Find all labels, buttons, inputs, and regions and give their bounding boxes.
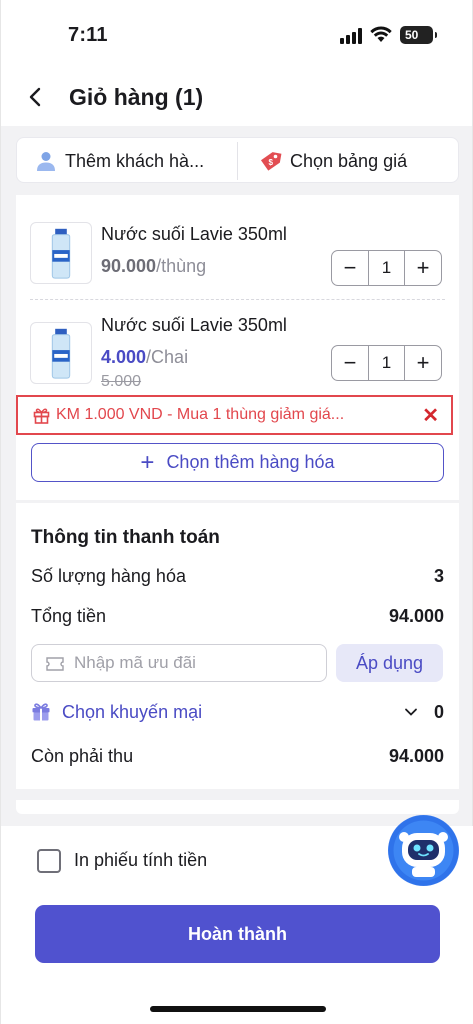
svg-text:$: $ xyxy=(269,158,274,167)
product-image xyxy=(30,322,92,384)
amount-due-value: 94.000 xyxy=(388,746,444,766)
quantity-value[interactable]: 1 xyxy=(368,346,405,380)
product-image xyxy=(30,222,92,284)
discount-code-input[interactable]: Nhập mã ưu đãi xyxy=(31,644,327,682)
complete-button[interactable]: Hoàn thành xyxy=(35,905,440,963)
cart-item: Nước suối Lavie 350ml 4.000/Chai 5.000 −… xyxy=(16,315,459,405)
product-name: Nước suối Lavie 350ml xyxy=(101,315,287,335)
wifi-icon xyxy=(370,26,392,42)
amount-due-label: Còn phải thu xyxy=(31,746,134,766)
total-row: Tổng tiền 94.000 xyxy=(31,606,444,627)
price-tag-icon: $ xyxy=(260,152,282,171)
header: Giỏ hàng (1) xyxy=(1,70,472,126)
quantity-value[interactable]: 1 xyxy=(368,251,405,285)
add-customer-label: Thêm khách hà... xyxy=(65,150,205,171)
applied-promo: KM 1.000 VND - Mua 1 thùng giảm giá... ✕ xyxy=(16,395,453,435)
status-time: 7:11 xyxy=(68,24,108,46)
amount-due-row: Còn phải thu 94.000 xyxy=(31,746,444,767)
apply-button[interactable]: Áp dụng xyxy=(336,644,443,682)
old-price: 5.000 xyxy=(101,373,142,390)
quantity-row: Số lượng hàng hóa 3 xyxy=(31,566,444,587)
section-spacer xyxy=(16,800,459,814)
promo-text: KM 1.000 VND - Mua 1 thùng giảm giá... xyxy=(56,406,345,423)
signal-icon xyxy=(340,28,362,44)
cart-item: Nước suối Lavie 350ml 90.000/thùng − 1 + xyxy=(16,220,459,310)
quantity-label: Số lượng hàng hóa xyxy=(31,566,186,586)
product-price: 90.000/thùng xyxy=(101,256,206,277)
total-label: Tổng tiền xyxy=(31,606,107,626)
print-receipt-checkbox[interactable] xyxy=(37,849,61,873)
add-more-products-button[interactable]: + Chọn thêm hàng hóa xyxy=(31,443,444,482)
assistant-bot-icon[interactable] xyxy=(388,815,459,886)
gift-icon xyxy=(33,408,50,424)
payment-card: Thông tin thanh toán Số lượng hàng hóa 3… xyxy=(16,503,459,789)
decrease-button[interactable]: − xyxy=(332,251,368,285)
status-bar: 7:11 50 xyxy=(1,0,472,64)
add-customer-button[interactable]: Thêm khách hà... xyxy=(35,138,235,184)
product-name: Nước suối Lavie 350ml xyxy=(101,224,287,244)
back-arrow-icon[interactable] xyxy=(25,86,47,108)
price-unit: /thùng xyxy=(156,256,207,276)
battery-icon: 50 xyxy=(400,26,437,44)
promotion-count: 0 xyxy=(433,702,444,722)
price-value: 90.000 xyxy=(101,256,157,276)
page-title: Giỏ hàng (1) xyxy=(69,84,204,110)
home-indicator xyxy=(150,1006,326,1012)
product-price: 4.000/Chai xyxy=(101,347,188,368)
increase-button[interactable]: + xyxy=(405,251,441,285)
user-icon xyxy=(37,152,55,171)
gift-icon xyxy=(32,703,50,721)
selector-bar: Thêm khách hà... $ Chọn bảng giá xyxy=(16,137,459,183)
add-more-label: Chọn thêm hàng hóa xyxy=(166,452,335,472)
price-list-button[interactable]: $ Chọn bảng giá xyxy=(260,138,450,184)
price-unit: /Chai xyxy=(146,347,189,367)
item-divider xyxy=(30,299,445,300)
app-screen: 7:11 50 Giỏ hàng (1) Thêm khách hà... $ … xyxy=(0,0,473,1024)
increase-button[interactable]: + xyxy=(405,346,441,380)
choose-promotion-label: Chọn khuyến mại xyxy=(62,702,203,722)
payment-title: Thông tin thanh toán xyxy=(31,527,220,548)
chevron-down-icon xyxy=(405,708,417,716)
plus-icon: + xyxy=(140,448,155,476)
print-receipt-label: In phiếu tính tiền xyxy=(74,850,208,870)
selector-divider xyxy=(237,142,238,180)
discount-code-placeholder: Nhập mã ưu đãi xyxy=(74,653,196,672)
price-value: 4.000 xyxy=(101,347,147,367)
quantity-total: 3 xyxy=(433,566,444,586)
total-value: 94.000 xyxy=(388,606,444,626)
remove-promo-icon[interactable]: ✕ xyxy=(422,403,439,428)
price-list-label: Chọn bảng giá xyxy=(290,150,408,171)
decrease-button[interactable]: − xyxy=(332,346,368,380)
quantity-stepper: − 1 + xyxy=(331,250,442,286)
battery-level: 50 xyxy=(405,28,419,42)
ticket-icon xyxy=(46,657,64,671)
quantity-stepper: − 1 + xyxy=(331,345,442,381)
